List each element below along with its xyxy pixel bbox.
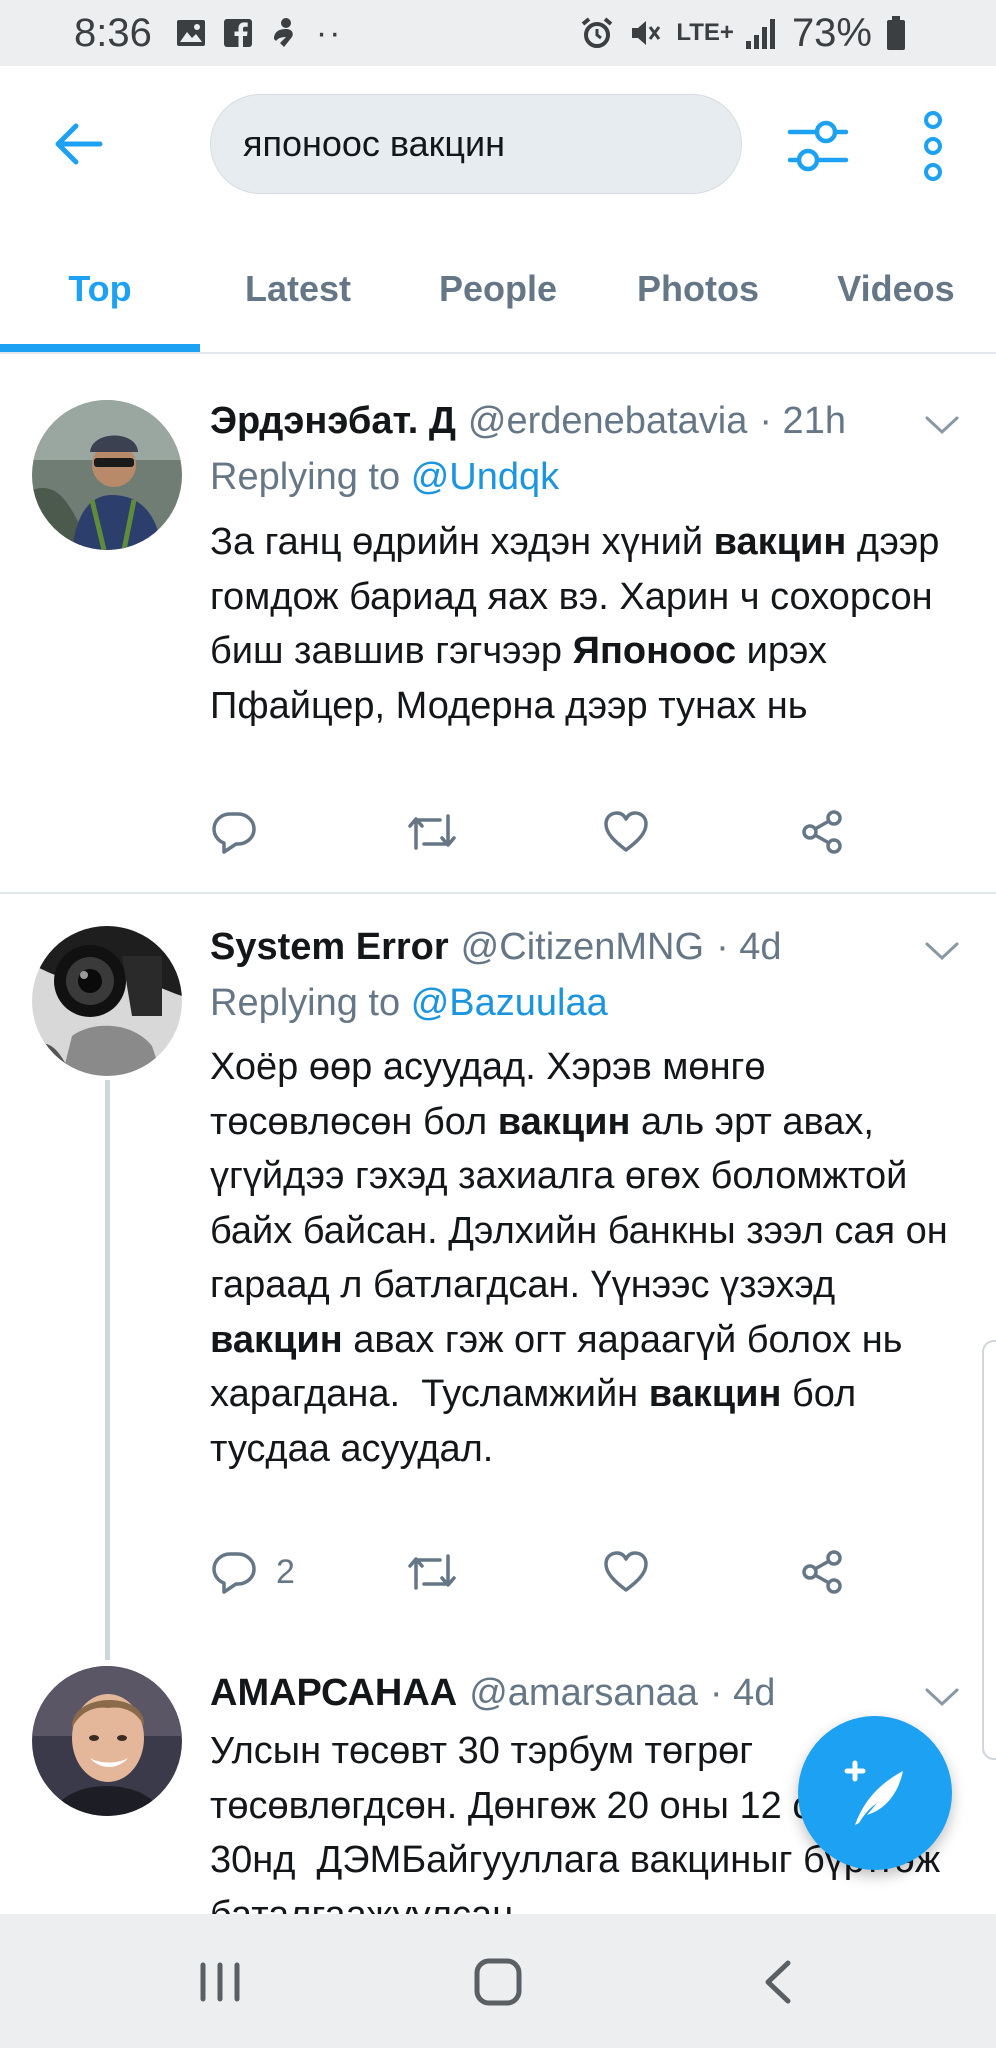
more-notifications: ·· [315, 13, 343, 52]
replying-to-link[interactable]: @Bazuulaa [411, 982, 608, 1024]
reply-icon [212, 812, 256, 854]
tab-videos[interactable]: Videos [796, 226, 996, 352]
author-handle[interactable]: @erdenebatavia [468, 400, 747, 443]
tweet[interactable]: Эрдэнэбат. Д @erdenebatavia · 21h Replyi… [0, 370, 996, 890]
tweet-header: АМАРСАНАА @amarsanaa · 4d [210, 1672, 775, 1715]
battery-icon [886, 16, 906, 50]
recent-apps-button[interactable] [188, 1950, 252, 2014]
author-handle[interactable]: @CitizenMNG [461, 926, 704, 969]
filter-sliders-icon [787, 120, 849, 172]
avatar[interactable] [32, 1666, 182, 1816]
chevron-down-icon[interactable] [922, 1682, 962, 1712]
retweet-button[interactable] [406, 808, 458, 856]
battery-percent: 73% [791, 10, 872, 55]
tweet[interactable]: System Error @CitizenMNG · 4d Replying t… [0, 894, 996, 1654]
tab-top[interactable]: Top [0, 226, 200, 352]
tweet-time: · 4d [709, 1672, 776, 1714]
author-name[interactable]: АМАРСАНАА [210, 1672, 457, 1715]
share-button[interactable] [798, 808, 846, 856]
tab-photos[interactable]: Photos [598, 226, 798, 352]
search-input[interactable]: японоос вакцин [210, 94, 742, 194]
search-query-text: японоос вакцин [243, 123, 506, 164]
reply-icon [212, 1552, 256, 1594]
tweet-time: · 21h [759, 400, 846, 442]
reply-button[interactable] [210, 808, 276, 856]
reply-count: 2 [276, 1552, 295, 1591]
tab-people[interactable]: People [398, 226, 598, 352]
heart-icon [604, 811, 648, 852]
system-back-button[interactable] [746, 1950, 810, 2014]
back-button[interactable] [50, 116, 106, 172]
share-icon [802, 810, 842, 854]
share-icon [802, 1550, 842, 1594]
status-time: 8:36 [74, 10, 152, 55]
tweet-header: Эрдэнэбат. Д @erdenebatavia · 21h [210, 400, 846, 443]
tweet-time: · 4d [716, 926, 782, 968]
author-name[interactable]: Эрдэнэбат. Д [210, 400, 456, 443]
alarm-icon [580, 16, 614, 50]
more-vertical-icon [924, 111, 942, 181]
replying-to: Replying to @Undqk [210, 456, 559, 499]
replying-to: Replying to @Bazuulaa [210, 982, 608, 1025]
gallery-icon [176, 19, 206, 47]
screen: 8:36 ·· LTE+ 73% японоос вакцин Top Late… [0, 0, 996, 2048]
system-nav-bar [0, 1914, 996, 2048]
active-tab-indicator [0, 344, 200, 352]
author-handle[interactable]: @amarsanaa [469, 1672, 698, 1715]
app-notification-icon [270, 17, 298, 49]
search-filter-button[interactable] [786, 114, 850, 178]
chevron-left-icon [765, 1960, 791, 2004]
search-tabs: Top Latest People Photos Videos [0, 226, 996, 354]
signal-icon [744, 17, 778, 49]
back-arrow-icon [55, 123, 103, 165]
reply-button[interactable]: 2 [210, 1548, 295, 1596]
tweet-actions: 2 [210, 1548, 890, 1608]
replying-to-link[interactable]: @Undqk [411, 456, 559, 498]
replying-to-label: Replying to [210, 982, 401, 1024]
heart-icon [604, 1551, 648, 1592]
tweet-actions [210, 808, 890, 868]
retweet-icon [408, 1554, 456, 1590]
tweet-text: Хоёр өөр асуудад. Хэрэв мөнгө төсөвлөсөн… [210, 1046, 948, 1470]
author-name[interactable]: System Error [210, 926, 449, 969]
recents-icon [200, 1962, 240, 2002]
avatar[interactable] [32, 400, 182, 550]
home-icon [474, 1958, 522, 2006]
home-button[interactable] [466, 1950, 530, 2014]
like-button[interactable] [602, 1548, 650, 1596]
replying-to-label: Replying to [210, 456, 401, 498]
chevron-down-icon[interactable] [922, 410, 962, 440]
status-bar: 8:36 ·· LTE+ 73% [0, 0, 996, 66]
like-button[interactable] [602, 808, 650, 856]
avatar[interactable] [32, 926, 182, 1076]
network-type: LTE+ [676, 19, 734, 46]
retweet-icon [408, 814, 456, 850]
chevron-down-icon[interactable] [922, 936, 962, 966]
tweet-text: За ганц өдрийн хэдэн хүний вакцин дээр г… [210, 521, 940, 727]
tab-latest[interactable]: Latest [198, 226, 398, 352]
compose-feather-icon [844, 1760, 903, 1825]
search-header: японоос вакцин [0, 66, 996, 226]
tweet-header: System Error @CitizenMNG · 4d [210, 926, 782, 969]
facebook-icon [223, 19, 252, 47]
mute-icon [628, 16, 662, 50]
compose-tweet-button[interactable] [798, 1716, 952, 1870]
overflow-menu-button[interactable] [918, 110, 948, 182]
scroll-handle[interactable] [982, 1340, 996, 1760]
share-button[interactable] [798, 1548, 846, 1596]
retweet-button[interactable] [406, 1548, 458, 1596]
